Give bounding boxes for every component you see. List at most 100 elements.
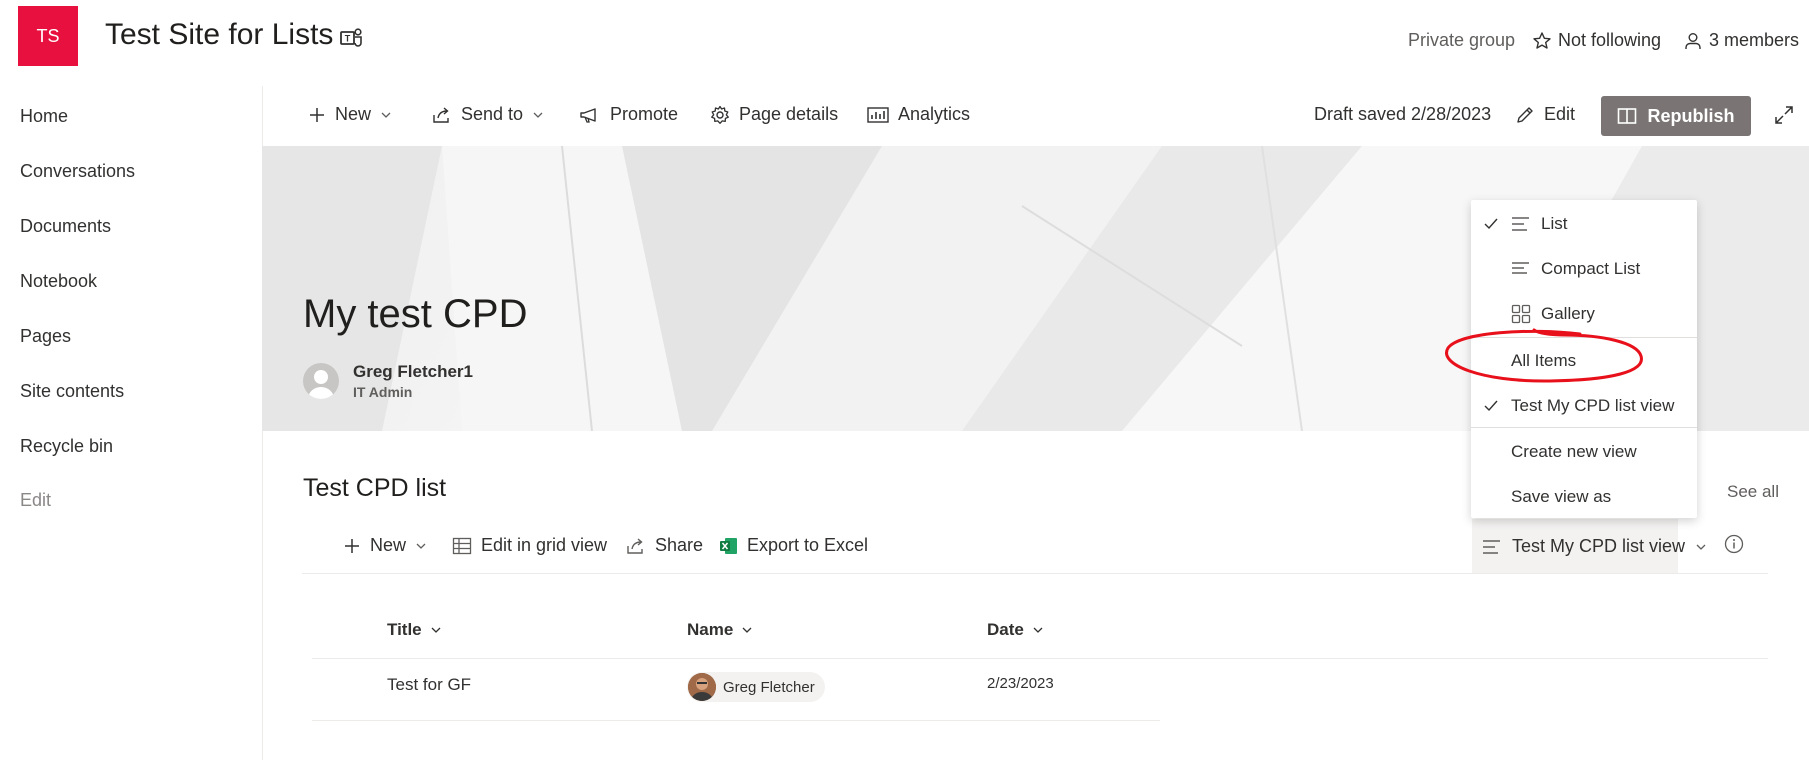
person-name: Greg Fletcher bbox=[723, 678, 815, 696]
star-icon bbox=[1532, 31, 1552, 51]
republish-label: Republish bbox=[1647, 105, 1735, 126]
chevron-down-icon bbox=[430, 624, 442, 636]
export-excel-button[interactable]: Export to Excel bbox=[720, 535, 868, 556]
nav-item-recycle-bin[interactable]: Recycle bin bbox=[20, 436, 113, 457]
export-excel-label: Export to Excel bbox=[747, 535, 869, 555]
annotation-circle bbox=[1440, 326, 1650, 388]
menu-item-label: Save view as bbox=[1511, 487, 1612, 506]
menu-item-label: List bbox=[1541, 214, 1568, 233]
left-nav: Home Conversations Documents Notebook Pa… bbox=[0, 86, 263, 760]
list-title[interactable]: Test CPD list bbox=[303, 474, 446, 503]
row-date-cell: 2/23/2023 bbox=[987, 675, 1054, 692]
author-avatar[interactable] bbox=[303, 363, 339, 399]
menu-item-gallery[interactable]: Gallery bbox=[1471, 304, 1697, 328]
column-name-label: Name bbox=[687, 620, 734, 639]
menu-item-label: Test My CPD list view bbox=[1511, 396, 1675, 415]
privacy-label: Private group bbox=[1408, 30, 1515, 51]
nav-edit-link[interactable]: Edit bbox=[20, 490, 51, 511]
share-label: Share bbox=[655, 535, 704, 555]
nav-item-site-contents[interactable]: Site contents bbox=[20, 381, 124, 402]
promote-label: Promote bbox=[610, 104, 679, 124]
row-divider bbox=[312, 720, 1160, 721]
members-button[interactable]: 3 members bbox=[1683, 30, 1799, 51]
chevron-down-icon bbox=[415, 540, 427, 552]
menu-item-compact-list[interactable]: Compact List bbox=[1471, 259, 1697, 283]
column-title-label: Title bbox=[387, 620, 422, 639]
plus-icon bbox=[343, 537, 361, 555]
new-label: New bbox=[335, 104, 372, 124]
send-to-label: Send to bbox=[461, 104, 524, 124]
site-title[interactable]: Test Site for Lists bbox=[105, 18, 333, 52]
plus-icon bbox=[308, 106, 326, 124]
expand-icon[interactable] bbox=[1774, 105, 1794, 125]
person-chip[interactable]: Greg Fletcher bbox=[687, 672, 825, 702]
share-button[interactable]: Share bbox=[626, 535, 703, 556]
column-date-label: Date bbox=[987, 620, 1024, 639]
menu-divider bbox=[1471, 427, 1697, 428]
edit-grid-button[interactable]: Edit in grid view bbox=[452, 535, 607, 556]
menu-item-save-view-as[interactable]: Save view as bbox=[1471, 487, 1697, 511]
nav-item-notebook[interactable]: Notebook bbox=[20, 271, 97, 292]
view-switcher-button[interactable]: Test My CPD list view bbox=[1472, 519, 1706, 574]
compact-list-icon bbox=[1511, 259, 1531, 279]
chevron-down-icon bbox=[1695, 541, 1707, 553]
checkmark-icon bbox=[1483, 396, 1499, 416]
menu-item-label: Gallery bbox=[1541, 304, 1595, 323]
edit-button[interactable]: Edit bbox=[1515, 104, 1575, 125]
page-details-button[interactable]: Page details bbox=[710, 104, 838, 125]
chevron-down-icon bbox=[532, 109, 544, 121]
page-details-label: Page details bbox=[739, 104, 839, 124]
analytics-button[interactable]: Analytics bbox=[867, 104, 970, 125]
send-to-button[interactable]: Send to bbox=[432, 104, 544, 125]
see-all-link[interactable]: See all bbox=[1727, 482, 1779, 502]
chevron-down-icon bbox=[1032, 624, 1044, 636]
author-name[interactable]: Greg Fletcher1 bbox=[353, 362, 473, 382]
menu-item-test-my-cpd-view[interactable]: Test My CPD list view bbox=[1471, 396, 1697, 420]
teams-icon[interactable]: T bbox=[340, 27, 364, 49]
list-icon bbox=[1511, 214, 1531, 234]
list-new-button[interactable]: New bbox=[343, 535, 427, 556]
share-icon bbox=[626, 537, 646, 555]
edit-label: Edit bbox=[1544, 104, 1576, 124]
nav-item-documents[interactable]: Documents bbox=[20, 216, 111, 237]
menu-item-label: Compact List bbox=[1541, 259, 1641, 278]
column-header-name[interactable]: Name bbox=[687, 620, 753, 640]
info-icon[interactable] bbox=[1724, 534, 1744, 554]
author-role: IT Admin bbox=[353, 384, 413, 400]
analytics-label: Analytics bbox=[898, 104, 971, 124]
row-title-cell[interactable]: Test for GF bbox=[387, 675, 471, 695]
promote-button[interactable]: Promote bbox=[579, 104, 678, 125]
site-logo[interactable]: TS bbox=[18, 6, 78, 66]
list-new-label: New bbox=[370, 535, 407, 555]
column-header-date[interactable]: Date bbox=[987, 620, 1044, 640]
grid-icon bbox=[452, 537, 472, 555]
person-avatar bbox=[688, 673, 716, 701]
share-icon bbox=[432, 106, 452, 124]
header-row-divider bbox=[312, 658, 1768, 659]
republish-button[interactable]: Republish bbox=[1601, 96, 1751, 136]
list-icon bbox=[1482, 539, 1502, 555]
chevron-down-icon bbox=[741, 624, 753, 636]
privacy-text: Private group bbox=[1408, 30, 1516, 50]
megaphone-icon bbox=[579, 106, 601, 124]
checkmark-icon bbox=[1483, 214, 1499, 234]
menu-item-list[interactable]: List bbox=[1471, 214, 1697, 238]
column-header-title[interactable]: Title bbox=[387, 620, 442, 640]
members-label: 3 members bbox=[1709, 30, 1800, 50]
new-button[interactable]: New bbox=[308, 104, 392, 125]
site-logo-text: TS bbox=[36, 25, 60, 46]
nav-item-pages[interactable]: Pages bbox=[20, 326, 71, 347]
chevron-down-icon bbox=[380, 109, 392, 121]
nav-item-home[interactable]: Home bbox=[20, 106, 68, 127]
gallery-icon bbox=[1511, 304, 1531, 324]
analytics-icon bbox=[867, 106, 889, 124]
nav-item-conversations[interactable]: Conversations bbox=[20, 161, 135, 182]
excel-icon bbox=[720, 537, 738, 555]
page-title: My test CPD bbox=[303, 292, 528, 336]
follow-label: Not following bbox=[1558, 30, 1662, 50]
menu-item-create-new-view[interactable]: Create new view bbox=[1471, 442, 1697, 466]
follow-button[interactable]: Not following bbox=[1532, 30, 1661, 51]
pencil-icon bbox=[1515, 105, 1535, 125]
current-view-label: Test My CPD list view bbox=[1512, 536, 1686, 556]
draft-status: Draft saved 2/28/2023 bbox=[1314, 104, 1492, 124]
